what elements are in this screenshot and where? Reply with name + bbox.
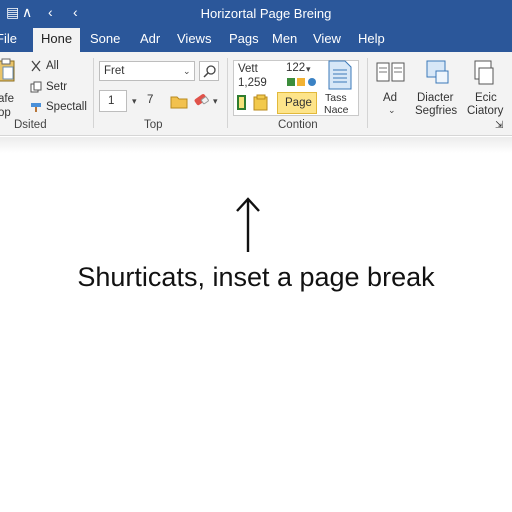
columns-icon[interactable] [376, 61, 406, 83]
clipboard-group-label: Dsited [14, 119, 47, 131]
tab-adr[interactable]: Adr [140, 28, 160, 52]
paste-label-bottom: op [0, 107, 11, 119]
tab-file[interactable]: File [0, 28, 17, 52]
page-tools-icon[interactable] [236, 94, 270, 112]
tab-help[interactable]: Help [358, 28, 385, 52]
title-bar: ▤ ∧ ‹ ‹ Horizortal Page Breing [0, 0, 512, 28]
document-canvas[interactable] [0, 137, 512, 512]
font-name-value: Fret [104, 65, 125, 77]
chevron-down-icon[interactable]: ▾ [306, 64, 311, 75]
position-text-number: 122 [286, 62, 306, 74]
page-button-label: Page [285, 97, 312, 109]
font-size-value: 1 [108, 95, 115, 107]
character-icon[interactable] [426, 59, 452, 87]
ecic-label-top[interactable]: Ecic [475, 92, 497, 104]
window-title: Horizortal Page Breing [200, 6, 332, 21]
eraser-icon[interactable] [192, 92, 210, 110]
chevron-down-icon[interactable]: ⌄ [388, 105, 396, 116]
page-button[interactable]: Page [277, 92, 317, 114]
clipboard-item-spectall[interactable]: Spectall [46, 101, 87, 113]
group-separator [367, 58, 368, 128]
search-icon [203, 65, 216, 78]
search-font-button[interactable] [199, 61, 219, 81]
font-name-dropdown[interactable]: Fret ⌄ [99, 61, 195, 81]
tab-men[interactable]: Men [272, 28, 297, 52]
ad-button-label[interactable]: Ad [383, 92, 397, 104]
chevron-down-icon[interactable]: ▾ [213, 96, 218, 107]
tab-pags[interactable]: Pags [229, 28, 259, 52]
ribbon-tabs: File Hone Sone Adr Views Pags Men View H… [0, 28, 512, 52]
copy-icon[interactable] [30, 81, 42, 93]
paste-label-top: afe [0, 93, 14, 105]
font-size-step[interactable]: 7 [147, 94, 153, 106]
diacter-label-bottom: Segfries [415, 105, 458, 117]
format-painter-icon[interactable] [30, 101, 42, 113]
position-text-value: 1,259 [238, 77, 267, 89]
expand-group-icon[interactable]: ⇲ [495, 120, 503, 131]
document-caption: Shurticats, inset a page break [77, 262, 435, 292]
tab-sone[interactable]: Sone [90, 28, 120, 52]
arrow-up-icon [236, 197, 260, 252]
paste-icon[interactable] [0, 58, 18, 84]
ribbon: afe op All Setr Spectall Dsited Fret ⌄ 1… [0, 52, 512, 136]
tab-view[interactable]: View [313, 28, 341, 52]
clipboard-item-all[interactable]: All [46, 60, 59, 72]
position-text-vett: Vett [238, 63, 258, 75]
font-group-label: Top [144, 119, 163, 131]
canvas-shadow [0, 137, 512, 153]
color-swatch-icon[interactable] [286, 76, 316, 88]
chevron-down-icon[interactable]: ▾ [132, 96, 137, 107]
clipboard-item-setr[interactable]: Setr [46, 81, 67, 93]
position-side-label-bottom: Nace [324, 104, 349, 116]
folder-icon[interactable] [170, 93, 188, 109]
group-separator [227, 58, 228, 128]
chevron-down-icon: ⌄ [183, 66, 191, 76]
dictionary-icon[interactable] [471, 59, 497, 87]
position-side-label-top: Tass [325, 92, 347, 104]
ecic-label-bottom: Ciatory [467, 105, 504, 117]
diacter-label-top[interactable]: Diacter [417, 92, 453, 104]
font-size-box[interactable]: 1 [99, 90, 127, 112]
document-icon[interactable] [327, 60, 353, 90]
group-separator [93, 58, 94, 128]
tab-home[interactable]: Hone [33, 28, 81, 52]
cut-icon[interactable] [30, 60, 42, 72]
position-group-label: Contion [278, 119, 318, 131]
tab-views[interactable]: Views [177, 28, 211, 52]
